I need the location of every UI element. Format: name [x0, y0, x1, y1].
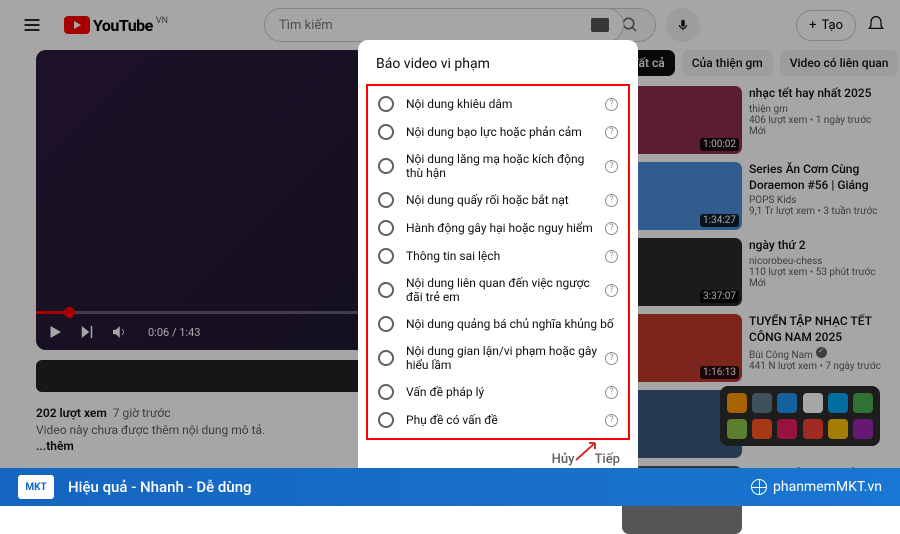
radio-button[interactable]	[378, 384, 394, 400]
option-label: Nội dung khiêu dâm	[406, 97, 599, 111]
report-option[interactable]: Hành động gây hại hoặc nguy hiểm?	[368, 214, 628, 242]
radio-button[interactable]	[378, 220, 394, 236]
report-option[interactable]: Nội dung khiêu dâm?	[368, 90, 628, 118]
help-icon[interactable]: ?	[605, 250, 618, 263]
modal-title: Báo video vi phạm	[358, 56, 638, 84]
footer-url[interactable]: phanmemMKT.vn	[751, 479, 882, 495]
report-video-modal: Báo video vi phạm Nội dung khiêu dâm?Nội…	[358, 40, 638, 481]
option-label: Hành động gây hại hoặc nguy hiểm	[406, 221, 599, 235]
radio-button[interactable]	[378, 350, 394, 366]
radio-button[interactable]	[378, 192, 394, 208]
help-icon[interactable]: ?	[605, 386, 618, 399]
help-icon[interactable]: ?	[605, 126, 618, 139]
report-option[interactable]: Nội dung quấy rối hoặc bắt nạt?	[368, 186, 628, 214]
help-icon[interactable]: ?	[605, 222, 618, 235]
option-label: Nội dung liên quan đến việc ngược đãi tr…	[406, 276, 599, 304]
report-option[interactable]: Phụ đề có vấn đề?	[368, 406, 628, 434]
option-label: Nội dung bạo lực hoặc phản cảm	[406, 125, 599, 139]
radio-button[interactable]	[378, 412, 394, 428]
help-icon[interactable]: ?	[605, 160, 618, 173]
radio-button[interactable]	[378, 124, 394, 140]
option-label: Nội dung gian lận/vi phạm hoặc gây hiểu …	[406, 344, 599, 372]
help-icon[interactable]: ?	[605, 284, 618, 297]
radio-button[interactable]	[378, 158, 394, 174]
option-label: Vấn đề pháp lý	[406, 385, 599, 399]
option-label: Thông tin sai lệch	[406, 249, 599, 263]
report-option[interactable]: Nội dung bạo lực hoặc phản cảm?	[368, 118, 628, 146]
report-option[interactable]: Nội dung quảng bá chủ nghĩa khủng bố	[368, 310, 628, 338]
cancel-button[interactable]: Hủy	[552, 452, 575, 467]
mkt-logo: MKT	[18, 475, 54, 499]
radio-button[interactable]	[378, 282, 394, 298]
footer-tagline: Hiệu quả - Nhanh - Dễ dùng	[68, 478, 252, 496]
help-icon[interactable]: ?	[605, 352, 618, 365]
radio-button[interactable]	[378, 96, 394, 112]
report-option[interactable]: Thông tin sai lệch?	[368, 242, 628, 270]
option-label: Phụ đề có vấn đề	[406, 413, 599, 427]
radio-button[interactable]	[378, 248, 394, 264]
option-label: Nội dung quấy rối hoặc bắt nạt	[406, 193, 599, 207]
help-icon[interactable]: ?	[605, 414, 618, 427]
radio-button[interactable]	[378, 316, 394, 332]
globe-icon	[751, 479, 767, 495]
annotation-arrow	[573, 433, 603, 463]
help-icon[interactable]: ?	[605, 194, 618, 207]
report-option[interactable]: Vấn đề pháp lý?	[368, 378, 628, 406]
report-option[interactable]: Nội dung lăng mạ hoặc kích động thù hận?	[368, 146, 628, 186]
option-label: Nội dung lăng mạ hoặc kích động thù hận	[406, 152, 599, 180]
report-options-list: Nội dung khiêu dâm?Nội dung bạo lực hoặc…	[366, 84, 630, 440]
help-icon[interactable]: ?	[605, 98, 618, 111]
report-option[interactable]: Nội dung gian lận/vi phạm hoặc gây hiểu …	[368, 338, 628, 378]
option-label: Nội dung quảng bá chủ nghĩa khủng bố	[406, 317, 618, 331]
footer-banner: MKT Hiệu quả - Nhanh - Dễ dùng phanmemMK…	[0, 468, 900, 506]
report-option[interactable]: Nội dung liên quan đến việc ngược đãi tr…	[368, 270, 628, 310]
